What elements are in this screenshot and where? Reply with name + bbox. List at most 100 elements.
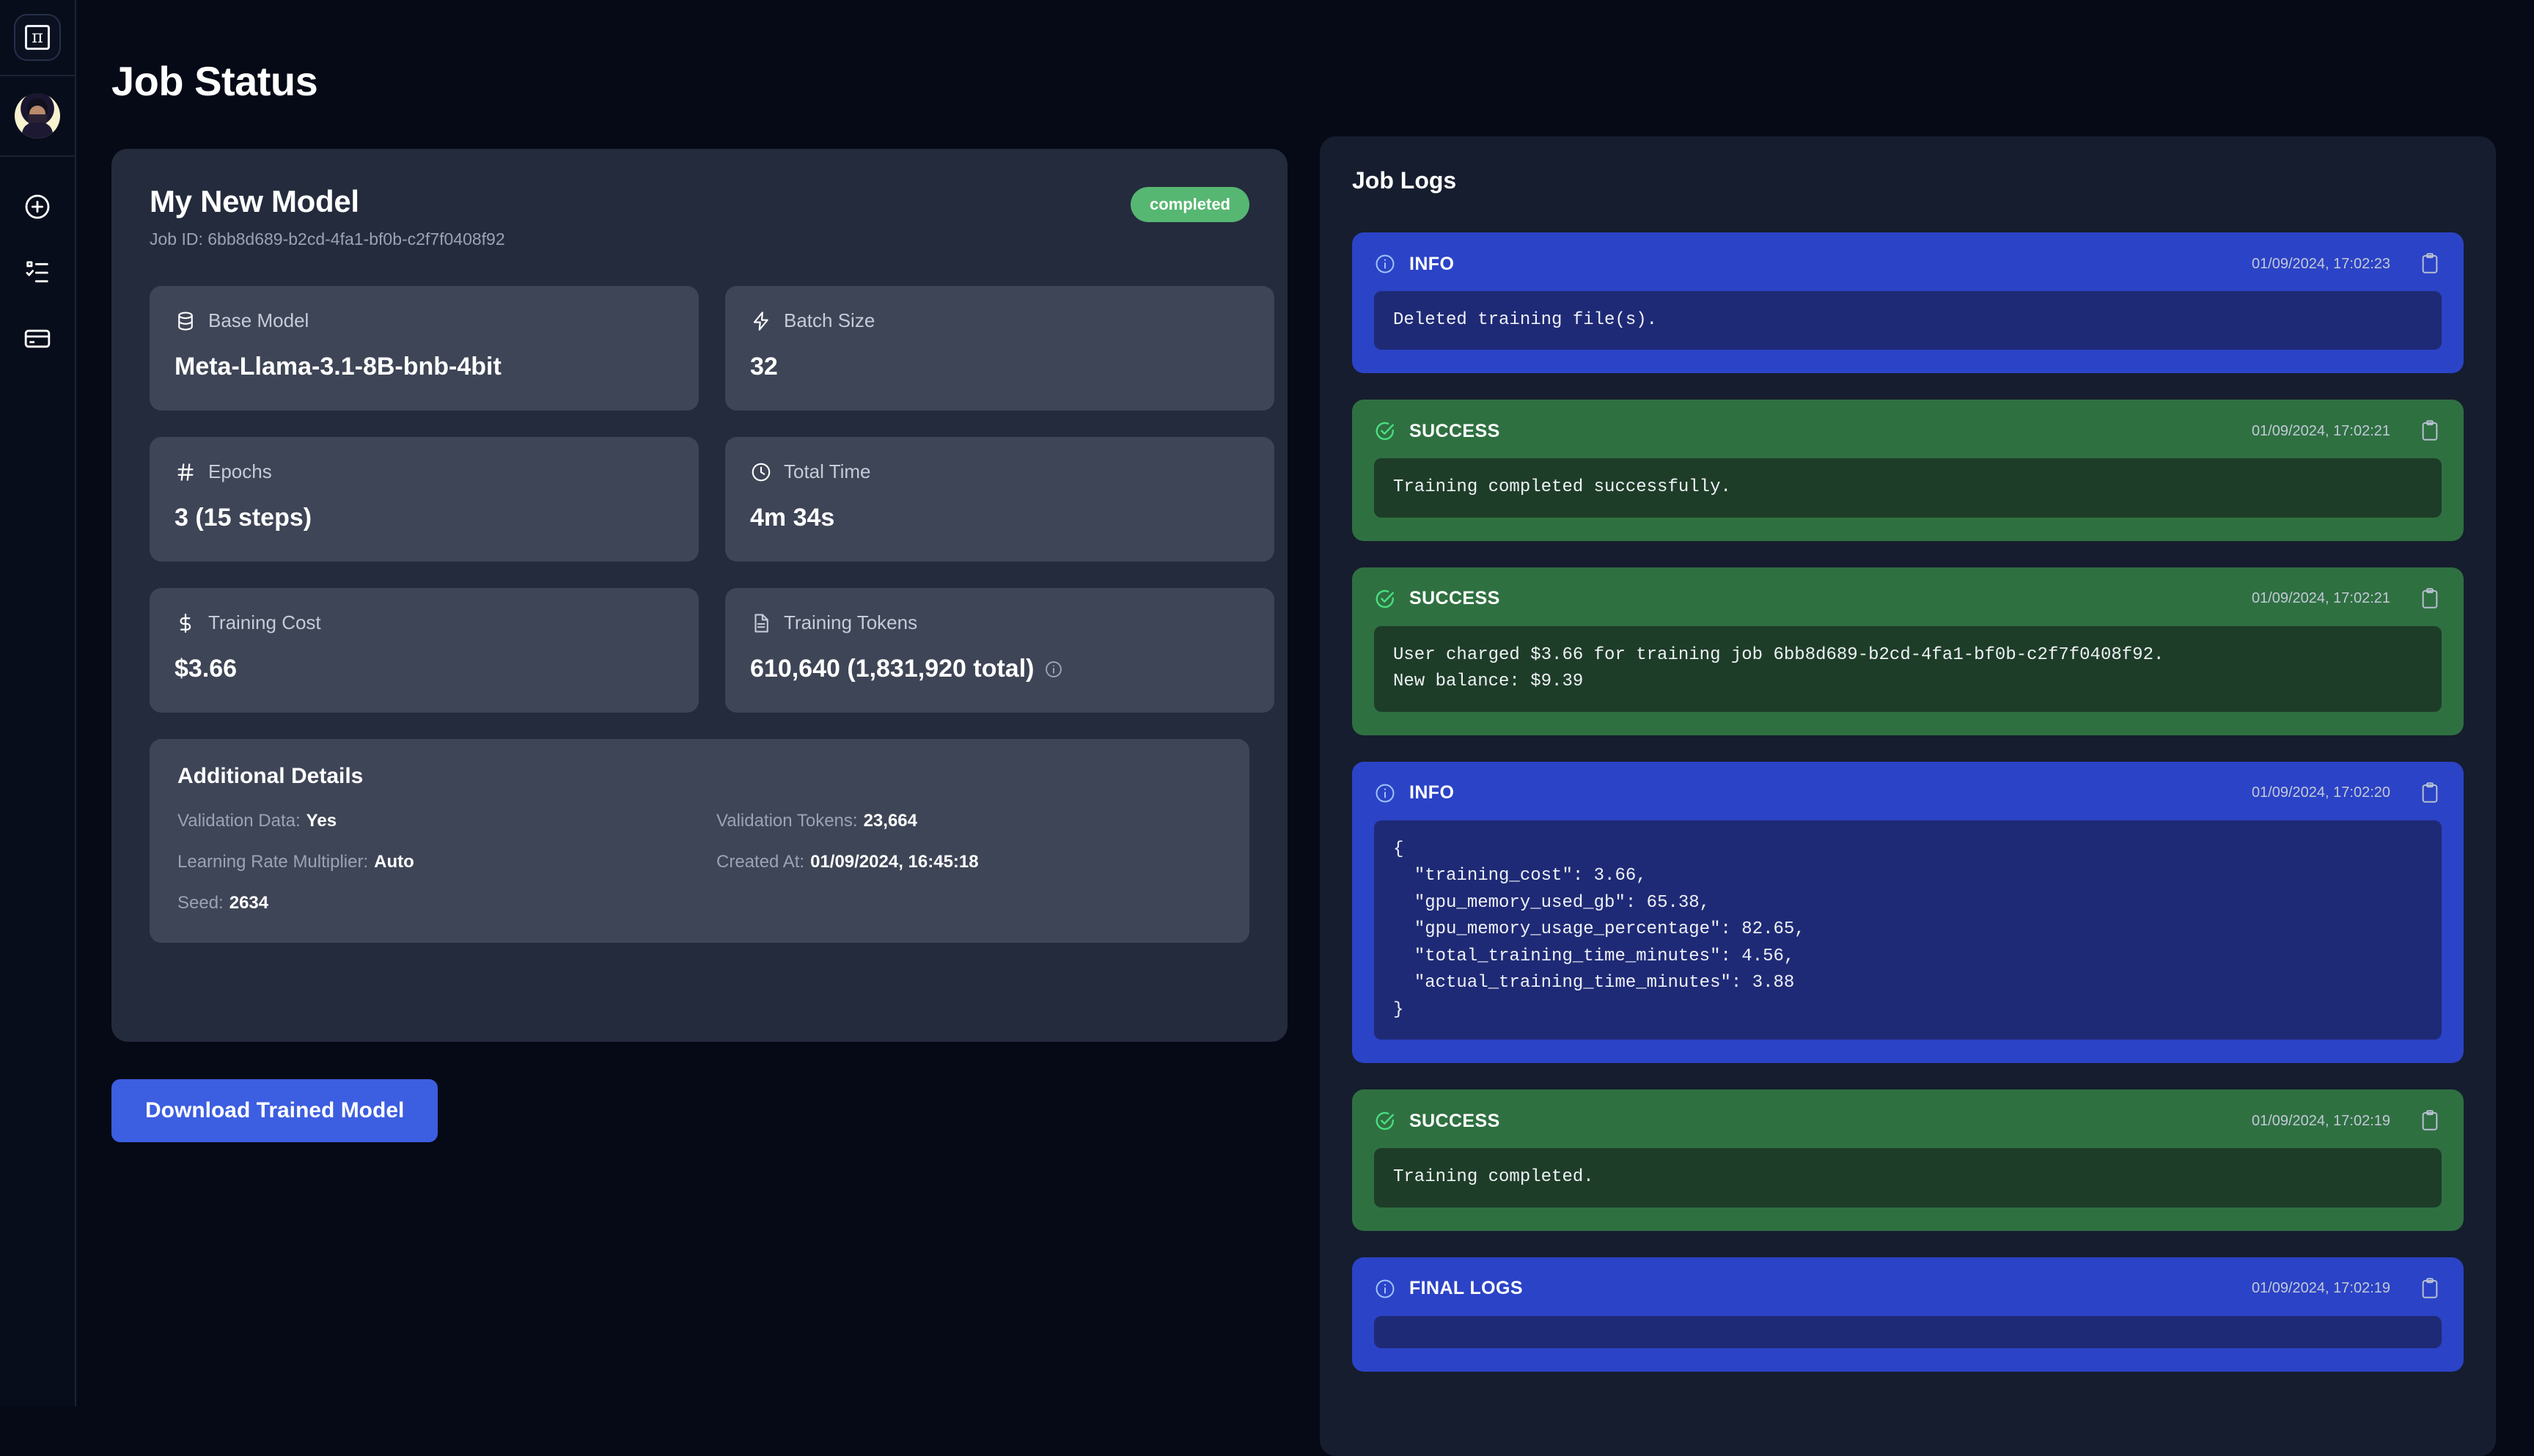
metric-label: Total Time xyxy=(784,460,871,482)
log-entry-header: FINAL LOGS 01/09/2024, 17:02:19 xyxy=(1374,1276,2442,1301)
sidebar-nav xyxy=(21,157,54,355)
sidebar-item-billing[interactable] xyxy=(21,323,54,355)
copy-log-button[interactable] xyxy=(2420,251,2442,276)
detail-label: Created At: xyxy=(716,852,805,872)
copy-log-button[interactable] xyxy=(2420,1276,2442,1301)
job-id: Job ID: 6bb8d689-b2cd-4fa1-bf0b-c2f7f040… xyxy=(150,229,1249,249)
log-message: User charged $3.66 for training job 6bb8… xyxy=(1374,625,2442,712)
sidebar-item-jobs[interactable] xyxy=(21,257,54,289)
log-entry: INFO 01/09/2024, 17:02:23 Deleted training… xyxy=(1352,232,2464,374)
check-circle-icon xyxy=(1376,422,1394,441)
log-message xyxy=(1374,1315,2442,1348)
sidebar: π xyxy=(0,0,76,1406)
log-entry: SUCCESS 01/09/2024, 17:02:21 User charged … xyxy=(1352,567,2464,735)
log-level: INFO xyxy=(1409,253,1455,274)
metric-header: Training Cost xyxy=(175,611,674,634)
metric-header: Base Model xyxy=(175,309,674,332)
info-circle-icon xyxy=(1376,1279,1395,1298)
database-icon xyxy=(178,311,193,331)
job-id-label: Job ID: xyxy=(150,229,203,249)
metric-label: Training Tokens xyxy=(784,611,918,633)
log-entry-header: SUCCESS 01/09/2024, 17:02:21 xyxy=(1374,587,2442,611)
metric-card-training-tokens: Training Tokens 610,640 (1,831,920 total… xyxy=(725,588,1274,713)
metric-value: 4m 34s xyxy=(750,504,835,532)
additional-details-card: Additional Details Validation Data: Yes V… xyxy=(150,739,1249,943)
detail-value: 23,664 xyxy=(863,811,917,831)
log-level: SUCCESS xyxy=(1409,1110,1500,1131)
metric-header: Training Tokens xyxy=(750,611,1249,634)
log-entry: SUCCESS 01/09/2024, 17:02:21 Training comp… xyxy=(1352,400,2464,541)
copy-icon xyxy=(2422,782,2438,803)
log-timestamp: 01/09/2024, 17:02:21 xyxy=(2251,422,2390,439)
log-entry-header: SUCCESS 01/09/2024, 17:02:19 xyxy=(1374,1108,2442,1133)
log-timestamp: 01/09/2024, 17:02:23 xyxy=(2251,255,2390,272)
avatar-beard xyxy=(28,114,47,129)
log-entry-header: INFO 01/09/2024, 17:02:23 xyxy=(1374,251,2442,276)
check-circle-icon xyxy=(1376,1111,1394,1130)
metric-label: Batch Size xyxy=(784,309,875,331)
detail-value: 2634 xyxy=(229,893,269,913)
metric-value: 3 (15 steps) xyxy=(175,504,312,532)
clock-icon xyxy=(752,463,771,481)
metric-header: Total Time xyxy=(750,460,1249,483)
detail-value: Yes xyxy=(306,811,337,831)
metric-header: Batch Size xyxy=(750,309,1249,332)
dollar-icon xyxy=(180,613,191,633)
log-entry: INFO 01/09/2024, 17:02:20 { "training_cost… xyxy=(1352,761,2464,1064)
detail-created-at: Created At: 01/09/2024, 16:45:18 xyxy=(716,852,1255,872)
additional-details-grid: Validation Data: Yes Validation Tokens: 23… xyxy=(177,811,1222,913)
page-title: Job Status xyxy=(111,58,318,104)
metric-card-total-time: Total Time 4m 34s xyxy=(725,437,1274,562)
metric-card-epochs: Epochs 3 (15 steps) xyxy=(150,437,699,562)
log-timestamp: 01/09/2024, 17:02:21 xyxy=(2251,590,2390,607)
check-circle-icon xyxy=(1376,589,1394,608)
info-circle-icon xyxy=(1376,254,1395,273)
copy-log-button[interactable] xyxy=(2420,419,2442,444)
sidebar-logo-section: π xyxy=(0,0,75,76)
copy-icon xyxy=(2422,588,2438,608)
log-timestamp: 01/09/2024, 17:02:19 xyxy=(2251,1112,2390,1129)
detail-label: Validation Tokens: xyxy=(716,811,858,831)
avatar[interactable] xyxy=(15,93,60,139)
metrics-grid: Base Model Meta-Llama-3.1-8B-bnb-4bit Ba… xyxy=(150,286,1274,713)
metric-header: Epochs xyxy=(175,460,674,483)
pi-logo-button[interactable]: π xyxy=(14,14,61,61)
log-message: Training completed successfully. xyxy=(1374,458,2442,518)
log-entry: SUCCESS 01/09/2024, 17:02:19 Training comp… xyxy=(1352,1089,2464,1231)
metric-label: Epochs xyxy=(208,460,272,482)
metric-value: 610,640 (1,831,920 total) xyxy=(750,655,1035,683)
download-trained-model-button[interactable]: Download Trained Model xyxy=(111,1079,438,1142)
metric-label: Training Cost xyxy=(208,611,321,633)
detail-label: Learning Rate Multiplier: xyxy=(177,852,369,872)
copy-log-button[interactable] xyxy=(2420,1108,2442,1133)
model-name: My New Model xyxy=(150,184,359,218)
log-entry-header: SUCCESS 01/09/2024, 17:02:21 xyxy=(1374,419,2442,444)
metric-value: 32 xyxy=(750,353,778,380)
log-message: Training completed. xyxy=(1374,1148,2442,1207)
metric-card-base-model: Base Model Meta-Llama-3.1-8B-bnb-4bit xyxy=(150,286,699,411)
job-id-value: 6bb8d689-b2cd-4fa1-bf0b-c2f7f0408f92 xyxy=(208,229,505,249)
checklist-icon xyxy=(26,261,48,283)
sidebar-item-new-job[interactable] xyxy=(21,191,54,223)
credit-card-icon xyxy=(24,329,51,348)
copy-icon xyxy=(2422,1110,2438,1130)
detail-value: Auto xyxy=(374,852,414,872)
bolt-icon xyxy=(753,311,768,331)
hash-icon xyxy=(177,463,194,481)
detail-seed: Seed: 2634 xyxy=(177,893,716,913)
log-level: INFO xyxy=(1409,782,1455,804)
metric-card-training-cost: Training Cost $3.66 xyxy=(150,588,699,713)
job-logs-panel: Job Logs INFO 01/09/2024, 17:02:23 Deleted… xyxy=(1320,136,2496,1456)
job-header: My New Model Job ID: 6bb8d689-b2cd-4fa1-… xyxy=(111,149,1288,249)
additional-details-heading: Additional Details xyxy=(177,764,364,788)
job-summary-panel: My New Model Job ID: 6bb8d689-b2cd-4fa1-… xyxy=(111,149,1288,1042)
plus-circle-icon xyxy=(25,194,50,219)
log-entry: FINAL LOGS 01/09/2024, 17:02:19 xyxy=(1352,1257,2464,1372)
copy-log-button[interactable] xyxy=(2420,587,2442,611)
metric-value: Meta-Llama-3.1-8B-bnb-4bit xyxy=(175,353,502,380)
detail-validation-tokens: Validation Tokens: 23,664 xyxy=(716,811,1255,831)
info-circle-icon[interactable] xyxy=(1044,660,1063,679)
copy-log-button[interactable] xyxy=(2420,781,2442,806)
log-message: { "training_cost": 3.66, "gpu_memory_use… xyxy=(1374,820,2442,1040)
log-entry-header: INFO 01/09/2024, 17:02:20 xyxy=(1374,781,2442,806)
